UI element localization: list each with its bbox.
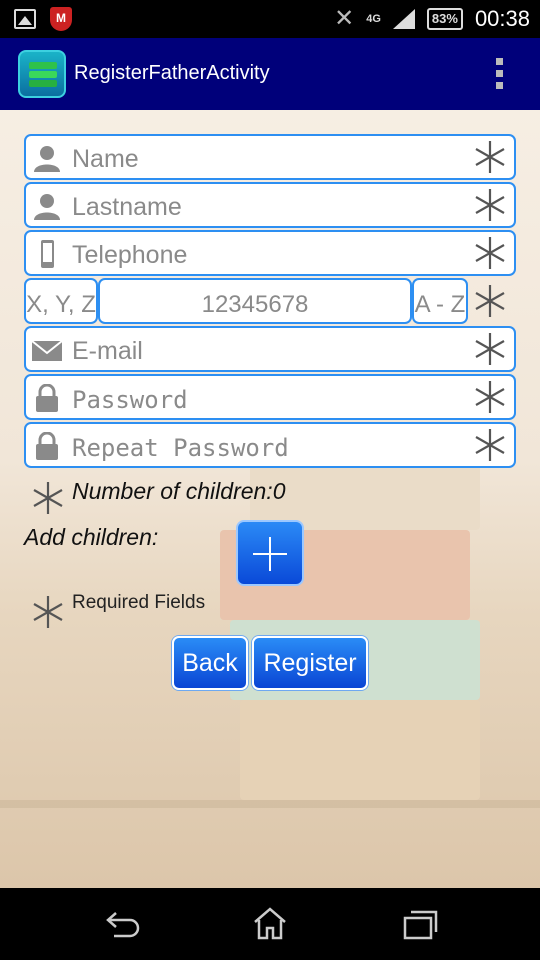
- phone-icon: [41, 240, 54, 268]
- number-of-children-label: Number of children:0: [72, 478, 286, 504]
- lock-icon: [36, 384, 58, 412]
- navigation-bar: [0, 888, 540, 960]
- clock: 00:38: [474, 6, 530, 31]
- id-prefix-field[interactable]: X, Y, Z: [24, 278, 98, 324]
- lastname-field[interactable]: Lastname: [24, 182, 516, 228]
- background-table: [0, 800, 540, 808]
- back-nav-icon[interactable]: [104, 910, 140, 940]
- required-asterisk-icon: [475, 285, 505, 317]
- required-asterisk-icon: [475, 381, 505, 413]
- register-button[interactable]: Register: [252, 636, 368, 690]
- password-field[interactable]: Password: [24, 374, 516, 420]
- name-field[interactable]: Name: [24, 134, 516, 180]
- network-type: 4G: [366, 13, 381, 25]
- repeat-password-field[interactable]: Repeat Password: [24, 422, 516, 468]
- repeat-password-placeholder: Repeat Password: [72, 434, 289, 462]
- battery-level: 83%: [426, 8, 463, 30]
- person-icon: [34, 194, 60, 220]
- page-title: RegisterFatherActivity: [74, 62, 270, 84]
- gallery-notification-icon: [14, 9, 36, 29]
- add-children-label: Add children:: [24, 524, 159, 550]
- email-placeholder: E-mail: [72, 337, 143, 365]
- required-asterisk-icon: [475, 189, 505, 221]
- telephone-placeholder: Telephone: [72, 241, 188, 269]
- mcafee-shield-icon: M: [50, 7, 72, 31]
- add-child-button[interactable]: [236, 520, 304, 586]
- required-asterisk-icon: [33, 596, 63, 628]
- mail-icon: [32, 340, 62, 361]
- status-bar: M ✕ 4G 83% 00:38: [0, 0, 540, 38]
- lock-icon: [36, 432, 58, 460]
- signal-icon: [392, 9, 415, 29]
- id-suffix-placeholder: A - Z: [414, 291, 466, 318]
- required-asterisk-icon: [475, 237, 505, 269]
- action-bar: RegisterFatherActivity: [0, 38, 540, 110]
- required-asterisk-icon: [33, 482, 63, 514]
- back-button[interactable]: Back: [172, 636, 248, 690]
- id-prefix-placeholder: X, Y, Z: [26, 291, 96, 318]
- home-nav-icon[interactable]: [252, 906, 288, 940]
- required-asterisk-icon: [475, 429, 505, 461]
- person-icon: [34, 146, 60, 172]
- email-field[interactable]: E-mail: [24, 326, 516, 372]
- recent-apps-nav-icon[interactable]: [402, 908, 438, 940]
- lastname-placeholder: Lastname: [72, 193, 182, 221]
- name-placeholder: Name: [72, 145, 139, 173]
- id-number-field[interactable]: 12345678: [98, 278, 412, 324]
- password-placeholder: Password: [72, 386, 188, 414]
- bluetooth-off-icon: ✕: [334, 5, 355, 32]
- id-number-value: 12345678: [201, 291, 309, 318]
- overflow-menu-icon[interactable]: [496, 58, 504, 90]
- register-form-screen: Name Lastname Telephone X, Y, Z 12345678: [0, 110, 540, 888]
- app-icon[interactable]: [18, 50, 66, 98]
- telephone-field[interactable]: Telephone: [24, 230, 516, 276]
- id-suffix-field[interactable]: A - Z: [412, 278, 468, 324]
- required-fields-label: Required Fields: [72, 592, 206, 613]
- required-asterisk-icon: [475, 141, 505, 173]
- required-asterisk-icon: [475, 333, 505, 365]
